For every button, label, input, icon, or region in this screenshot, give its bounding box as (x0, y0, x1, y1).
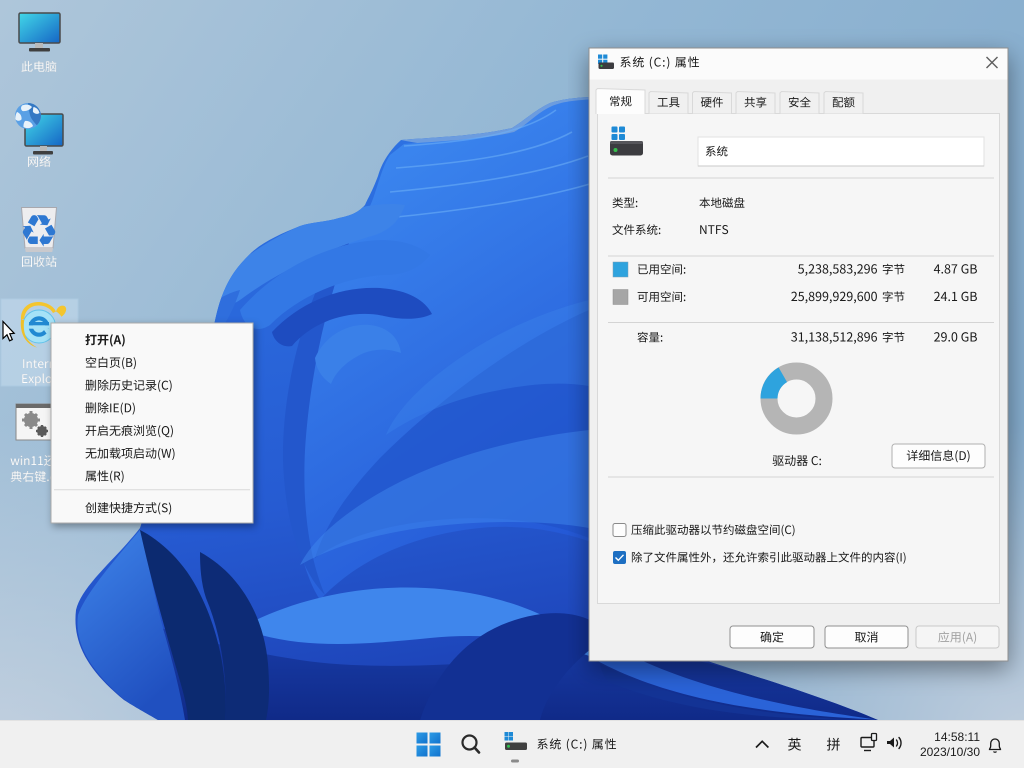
svg-text:14:58:11: 14:58:11 (934, 730, 980, 744)
svg-text:2023/10/30: 2023/10/30 (920, 745, 980, 759)
